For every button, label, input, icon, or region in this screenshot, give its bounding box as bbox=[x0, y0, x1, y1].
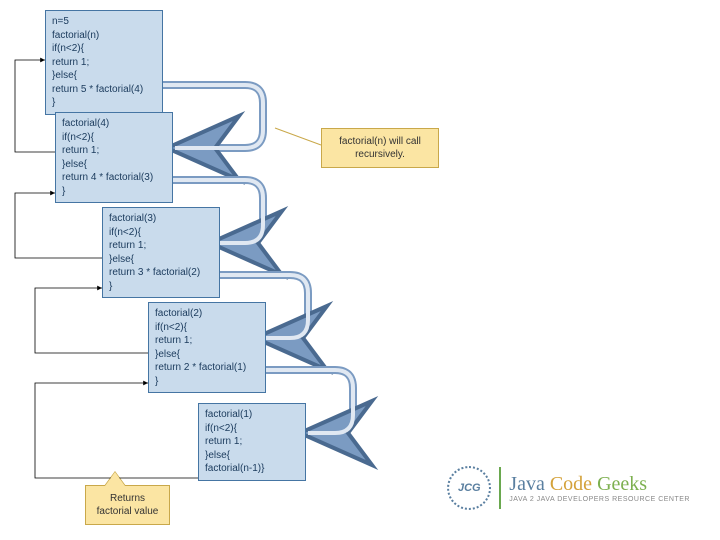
logo-text: Java Code Geeks JAVA 2 JAVA DEVELOPERS R… bbox=[509, 474, 690, 503]
logo-word-geeks: Geeks bbox=[597, 473, 647, 495]
code-box-n5: n=5 factorial(n) if(n<2){ return 1; }els… bbox=[45, 10, 163, 115]
callout-recursive: factorial(n) will call recursively. bbox=[321, 128, 439, 168]
logo-word-java: Java bbox=[509, 473, 545, 495]
callout-returns: Returns factorial value bbox=[85, 485, 170, 525]
code-box-factorial3: factorial(3) if(n<2){ return 1; }else{ r… bbox=[102, 207, 220, 298]
logo-badge: JCG bbox=[447, 466, 491, 510]
logo: JCG Java Code Geeks JAVA 2 JAVA DEVELOPE… bbox=[447, 466, 690, 510]
callout-returns-text: Returns factorial value bbox=[97, 493, 159, 517]
code-box-factorial1: factorial(1) if(n<2){ return 1; }else{ f… bbox=[198, 403, 306, 481]
logo-divider bbox=[499, 467, 501, 509]
logo-subtitle: JAVA 2 JAVA DEVELOPERS RESOURCE CENTER bbox=[509, 496, 690, 503]
code-box-factorial4: factorial(4) if(n<2){ return 1; }else{ r… bbox=[55, 112, 173, 203]
callout-recursive-text: factorial(n) will call recursively. bbox=[339, 136, 421, 160]
code-box-factorial2: factorial(2) if(n<2){ return 1; }else{ r… bbox=[148, 302, 266, 393]
callout-returns-tail bbox=[105, 472, 125, 486]
logo-word-code: Code bbox=[550, 473, 592, 495]
